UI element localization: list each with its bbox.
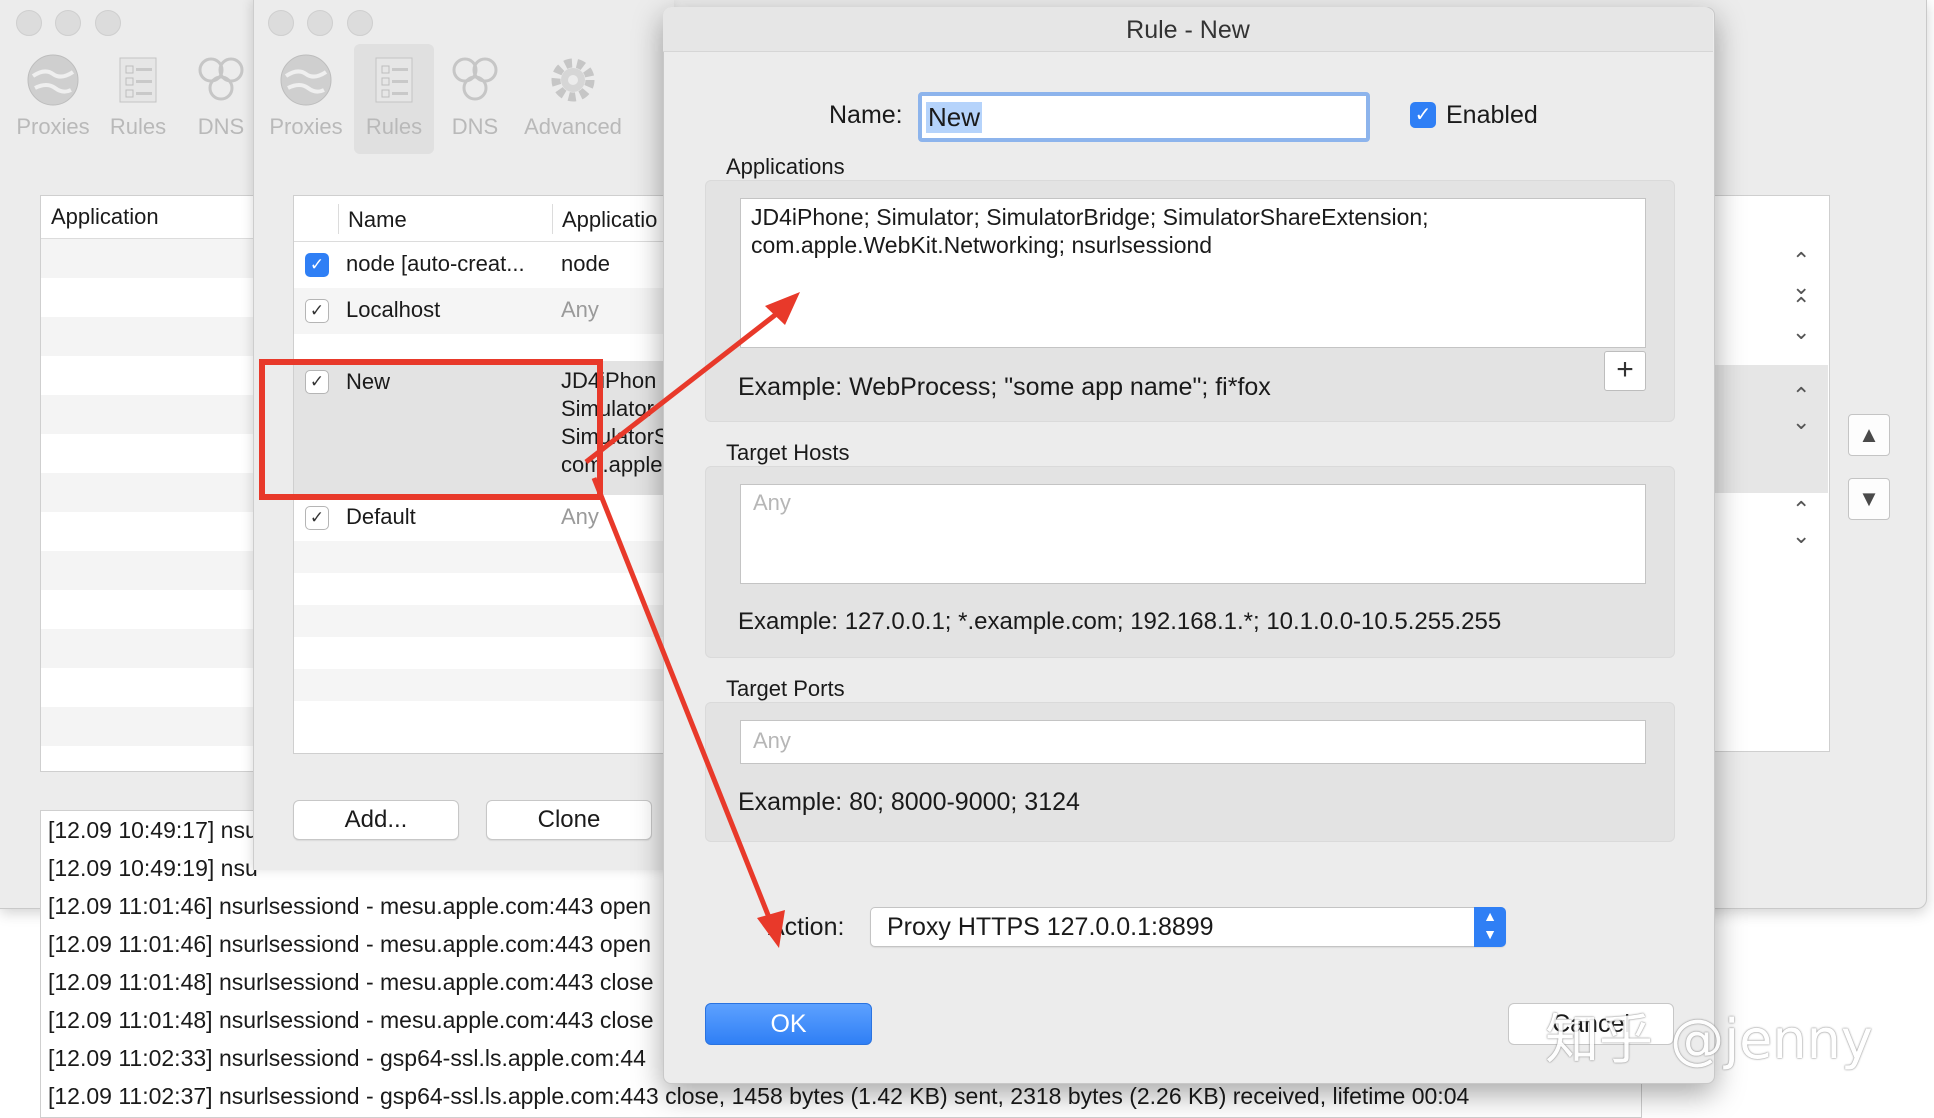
annotation-arrow-to-action bbox=[591, 477, 785, 948]
annotation-highlight-box bbox=[259, 359, 603, 500]
watermark: 知乎 @jenny bbox=[1545, 1008, 1873, 1071]
annotation-arrow-to-applications bbox=[584, 292, 800, 464]
annotation-overlay bbox=[259, 292, 800, 948]
